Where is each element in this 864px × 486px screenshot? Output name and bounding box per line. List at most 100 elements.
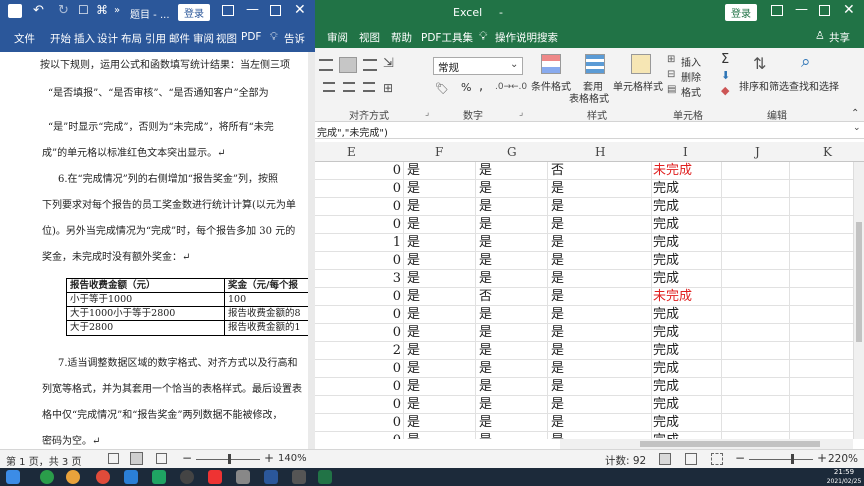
cell-g[interactable]: 是 (479, 234, 539, 252)
excel-zoom-level[interactable]: 220% (828, 453, 858, 465)
cell-h[interactable]: 否 (551, 162, 611, 180)
cell-g[interactable]: 是 (479, 306, 539, 324)
cell-i[interactable]: 未完成 (653, 288, 717, 306)
cell-h[interactable]: 是 (551, 360, 611, 378)
cell-i[interactable]: 未完成 (653, 162, 717, 180)
percent-button[interactable]: % (461, 81, 471, 94)
cell-g[interactable]: 是 (479, 162, 539, 180)
number-format-dropdown[interactable]: 常规 ⌄ (433, 57, 523, 75)
cell-i[interactable]: 完成 (653, 414, 717, 432)
cell-e[interactable]: 0 (385, 378, 401, 396)
expand-formula-icon[interactable]: ⌄ (853, 123, 861, 133)
cell-h[interactable]: 是 (551, 378, 611, 396)
close-icon[interactable]: ✕ (843, 2, 855, 18)
sort-filter-icon[interactable]: ⇅ (753, 54, 766, 73)
tab-layout[interactable]: 布局 (121, 31, 142, 46)
sort-filter-button[interactable]: 排序和筛选 (739, 78, 789, 93)
formula-bar[interactable]: 完成","未完成") ⌄ (315, 122, 864, 139)
lightbulb-icon[interactable]: 💡︎ (270, 30, 278, 44)
insert-cells-icon[interactable]: ⊞ (667, 54, 675, 65)
cell-h[interactable]: 是 (551, 324, 611, 342)
cell-f[interactable]: 是 (407, 252, 467, 270)
tab-review[interactable]: 审阅 (193, 31, 214, 46)
insert-cells-button[interactable]: 插入 (681, 54, 701, 69)
cell-e[interactable]: 1 (385, 234, 401, 252)
chevron-down-icon[interactable]: ⌄ (510, 59, 518, 70)
cell-h[interactable]: 是 (551, 432, 611, 439)
alignment-launcher-icon[interactable]: ⌟ (425, 108, 429, 118)
tell-me-search[interactable]: 操作说明搜索 (495, 30, 558, 45)
cell-styles-icon[interactable] (631, 54, 651, 74)
cell-g[interactable]: 是 (479, 396, 539, 414)
tell-me-search[interactable]: 告诉 (284, 31, 305, 46)
cell-e[interactable]: 0 (385, 198, 401, 216)
cell-i[interactable]: 完成 (653, 252, 717, 270)
cell-f[interactable]: 是 (407, 198, 467, 216)
more-commands-icon[interactable]: » (114, 5, 120, 16)
search-icon[interactable]: ⌕ (801, 52, 811, 72)
cell-e[interactable]: 0 (385, 360, 401, 378)
cell-e[interactable]: 0 (385, 180, 401, 198)
cell-f[interactable]: 是 (407, 180, 467, 198)
cell-f[interactable]: 是 (407, 396, 467, 414)
cell-g[interactable]: 是 (479, 342, 539, 360)
share-button[interactable]: 共享 (829, 30, 850, 45)
format-as-table-icon[interactable] (585, 54, 605, 74)
cell-f[interactable]: 是 (407, 216, 467, 234)
format-cells-button[interactable]: 格式 (681, 84, 701, 99)
cell-i[interactable]: 完成 (653, 306, 717, 324)
align-right-icon[interactable] (363, 59, 377, 71)
cell-g[interactable]: 是 (479, 270, 539, 288)
cell-e[interactable]: 3 (385, 270, 401, 288)
chrome-icon[interactable] (96, 470, 110, 484)
align-bottom-right-icon[interactable] (363, 82, 375, 92)
autosum-icon[interactable]: Σ (721, 52, 729, 67)
clear-icon[interactable]: ◆ (721, 84, 729, 97)
column-header-j[interactable]: J (755, 145, 760, 159)
cell-f[interactable]: 是 (407, 234, 467, 252)
tab-pdf[interactable]: PDF (241, 31, 261, 43)
cell-e[interactable]: 0 (385, 306, 401, 324)
cell-e[interactable]: 0 (385, 396, 401, 414)
find-select-button[interactable]: 查找和选择 (789, 78, 839, 93)
cell-i[interactable]: 完成 (653, 396, 717, 414)
zoom-out-icon[interactable]: − (735, 451, 745, 465)
close-icon[interactable]: ✕ (294, 2, 306, 18)
cell-e[interactable]: 0 (385, 252, 401, 270)
share-icon[interactable]: ♙ (815, 29, 825, 42)
cell-i[interactable]: 完成 (653, 360, 717, 378)
conditional-formatting-icon[interactable] (541, 54, 561, 74)
cell-g[interactable]: 是 (479, 432, 539, 439)
word-vertical-scrollbar[interactable] (308, 52, 315, 449)
minimize-icon[interactable]: — (795, 2, 808, 17)
scrollbar-thumb[interactable] (856, 222, 862, 342)
cell-i[interactable]: 完成 (653, 432, 717, 439)
number-launcher-icon[interactable]: ⌟ (519, 108, 523, 118)
tab-help[interactable]: 帮助 (391, 30, 412, 45)
tab-view[interactable]: 视图 (216, 31, 237, 46)
excel-login-button[interactable]: 登录 (725, 4, 757, 21)
column-header-i[interactable]: I (683, 145, 688, 159)
minimize-icon[interactable]: — (246, 2, 259, 17)
page-layout-icon[interactable] (685, 453, 697, 465)
cell-g[interactable]: 是 (479, 378, 539, 396)
zoom-in-icon[interactable]: + (817, 451, 827, 465)
cell-h[interactable]: 是 (551, 288, 611, 306)
tab-home[interactable]: 开始 (50, 31, 71, 46)
cell-styles-button[interactable]: 单元格样式 (613, 78, 663, 93)
app-icon[interactable] (124, 470, 138, 484)
tab-pdf-tools[interactable]: PDF工具集 (421, 30, 473, 45)
word-zoom-level[interactable]: 140% (278, 453, 307, 464)
column-header-g[interactable]: G (507, 145, 517, 159)
cell-f[interactable]: 是 (407, 378, 467, 396)
read-mode-icon[interactable] (108, 453, 119, 464)
diagram-icon[interactable]: ⌘ (96, 3, 108, 17)
cell-f[interactable]: 是 (407, 288, 467, 306)
app-icon[interactable] (208, 470, 222, 484)
cell-h[interactable]: 是 (551, 306, 611, 324)
cell-f[interactable]: 是 (407, 324, 467, 342)
tab-references[interactable]: 引用 (145, 31, 166, 46)
app-icon[interactable] (236, 470, 250, 484)
cell-h[interactable]: 是 (551, 414, 611, 432)
lightbulb-icon[interactable]: 💡︎ (479, 29, 487, 44)
